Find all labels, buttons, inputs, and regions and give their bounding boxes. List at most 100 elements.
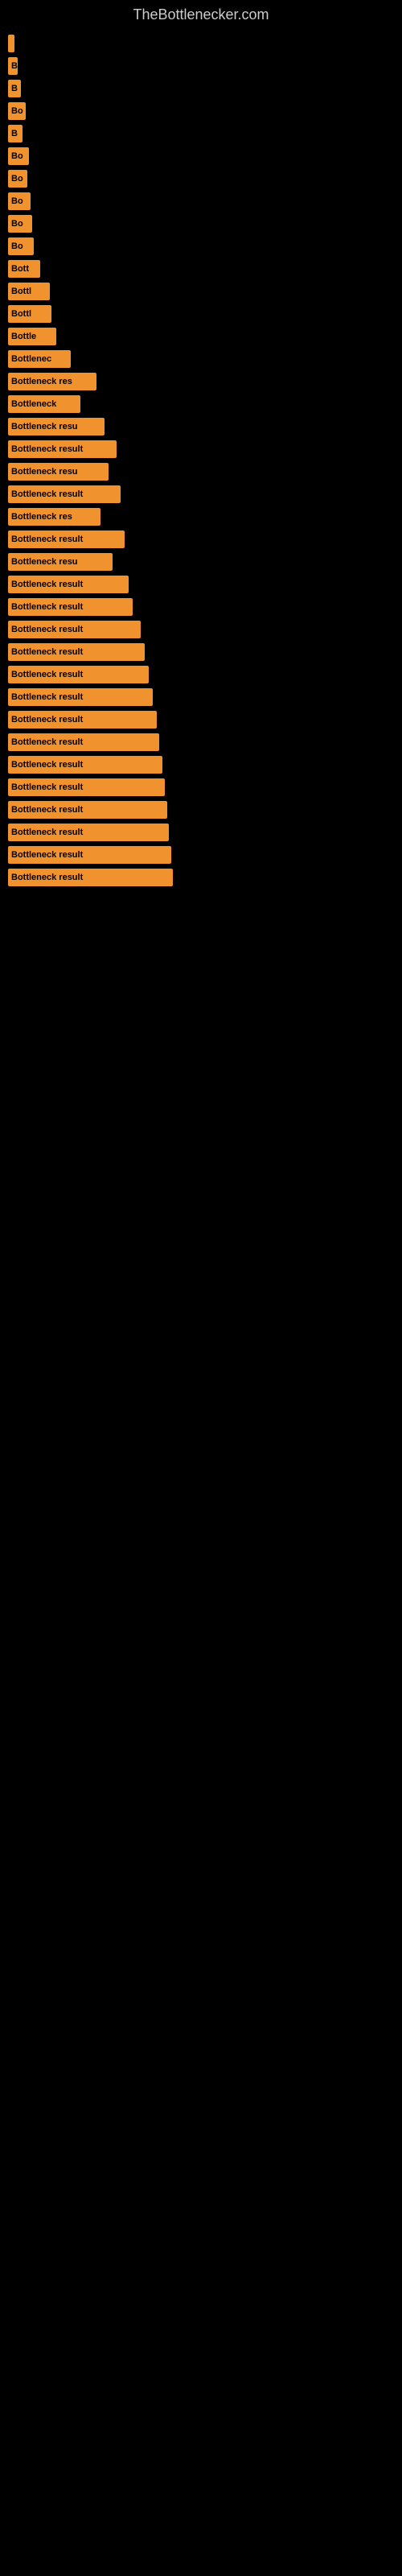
- bar-label: Bo: [11, 106, 23, 116]
- bar-row: Bottleneck result: [8, 778, 402, 796]
- bar-label: Bottleneck result: [11, 602, 83, 612]
- bar-label: Bottleneck result: [11, 444, 83, 454]
- bar-label: B: [11, 61, 18, 71]
- bar-label: Bottleneck: [11, 399, 56, 409]
- bar-label: Bottleneck result: [11, 625, 83, 634]
- bar-row: Bottleneck resu: [8, 553, 402, 571]
- bar-label: Bottleneck result: [11, 692, 83, 702]
- bar-row: Bottleneck resu: [8, 418, 402, 436]
- bar-row: Bottl: [8, 283, 402, 300]
- bar-row: Bottleneck result: [8, 598, 402, 616]
- bar: B: [8, 80, 21, 97]
- bar: Bottleneck res: [8, 508, 100, 526]
- bar-row: Bottl: [8, 305, 402, 323]
- bar-label: Bottleneck result: [11, 760, 83, 770]
- bar-label: Bottl: [11, 309, 31, 319]
- bar: Bottleneck result: [8, 733, 159, 751]
- bar-label: Bottlenec: [11, 354, 51, 364]
- bar: Bottleneck result: [8, 598, 133, 616]
- bar-label: B: [11, 129, 18, 138]
- bar-row: [8, 35, 402, 52]
- bar: Bottleneck result: [8, 778, 165, 796]
- bar-label: Bottleneck resu: [11, 422, 78, 431]
- bar: Bottleneck resu: [8, 553, 113, 571]
- bar: Bottleneck resu: [8, 418, 105, 436]
- bar-label: Bo: [11, 151, 23, 161]
- bar: Bottleneck result: [8, 756, 162, 774]
- bar-label: B: [11, 84, 18, 93]
- bar-row: Bottleneck result: [8, 688, 402, 706]
- bar: Bo: [8, 192, 31, 210]
- bar: B: [8, 57, 18, 75]
- bar-label: Bott: [11, 264, 29, 274]
- bar-row: Bo: [8, 215, 402, 233]
- bar-label: Bottleneck result: [11, 580, 83, 589]
- bar-row: Bo: [8, 170, 402, 188]
- bar-row: B: [8, 57, 402, 75]
- bar: Bottl: [8, 305, 51, 323]
- bar-label: Bottl: [11, 287, 31, 296]
- bar-row: Bo: [8, 102, 402, 120]
- bar-row: Bottleneck res: [8, 508, 402, 526]
- bar-row: Bottleneck result: [8, 621, 402, 638]
- bar: Bottleneck result: [8, 801, 167, 819]
- bar-row: Bottleneck result: [8, 756, 402, 774]
- bar: Bottleneck result: [8, 688, 153, 706]
- bar-row: Bottleneck result: [8, 801, 402, 819]
- bar: Bott: [8, 260, 40, 278]
- bar-label: Bottleneck resu: [11, 557, 78, 567]
- bar: Bottleneck result: [8, 440, 117, 458]
- bar-row: Bo: [8, 147, 402, 165]
- bar-row: Bottleneck result: [8, 666, 402, 683]
- bar: Bottleneck result: [8, 846, 171, 864]
- bar-label: Bottleneck result: [11, 782, 83, 792]
- bar-row: Bottleneck result: [8, 824, 402, 841]
- bar-row: Bottleneck result: [8, 711, 402, 729]
- bar: B: [8, 125, 23, 142]
- bar-row: Bottleneck result: [8, 869, 402, 886]
- bar: Bottleneck result: [8, 711, 157, 729]
- bar-row: Bottleneck result: [8, 846, 402, 864]
- bar-row: Bo: [8, 192, 402, 210]
- bar: Bottle: [8, 328, 56, 345]
- bar-label: Bottleneck result: [11, 805, 83, 815]
- bar: Bo: [8, 147, 29, 165]
- bar-label: Bottleneck result: [11, 873, 83, 882]
- bar: Bo: [8, 102, 26, 120]
- bar: Bo: [8, 215, 32, 233]
- site-title: TheBottlenecker.com: [0, 0, 402, 27]
- bar-row: Bottleneck: [8, 395, 402, 413]
- bar: Bottleneck: [8, 395, 80, 413]
- bar-row: Bo: [8, 237, 402, 255]
- bar-label: Bo: [11, 174, 23, 184]
- bar: Bottlenec: [8, 350, 71, 368]
- bar: Bottl: [8, 283, 50, 300]
- bar-row: Bottleneck res: [8, 373, 402, 390]
- bar: Bottleneck res: [8, 373, 96, 390]
- bar-label: Bo: [11, 196, 23, 206]
- bar: Bottleneck result: [8, 530, 125, 548]
- bar-row: Bottleneck result: [8, 440, 402, 458]
- bar-label: Bottleneck res: [11, 512, 72, 522]
- bar-label: Bottleneck result: [11, 828, 83, 837]
- bar-label: Bottleneck result: [11, 737, 83, 747]
- bar-row: Bottleneck result: [8, 733, 402, 751]
- bar-label: Bottleneck result: [11, 850, 83, 860]
- bar-row: Bottleneck result: [8, 530, 402, 548]
- bar-label: Bottleneck result: [11, 489, 83, 499]
- bars-container: B B Bo B Bo Bo Bo Bo Bo Bott Bottl Bottl Bottle Bottl…: [0, 27, 402, 899]
- bar-row: B: [8, 80, 402, 97]
- bar-label: Bottle: [11, 332, 36, 341]
- bar-label: Bottleneck result: [11, 670, 83, 679]
- bar: Bottleneck result: [8, 485, 121, 503]
- bar: Bo: [8, 170, 27, 188]
- bar-row: B: [8, 125, 402, 142]
- bar-label: Bottleneck resu: [11, 467, 78, 477]
- bar: Bottleneck result: [8, 643, 145, 661]
- bar: [8, 35, 14, 52]
- bar: Bottleneck result: [8, 666, 149, 683]
- bar: Bottleneck result: [8, 621, 141, 638]
- bar-label: Bo: [11, 219, 23, 229]
- bar-row: Bottlenec: [8, 350, 402, 368]
- bar: Bottleneck result: [8, 824, 169, 841]
